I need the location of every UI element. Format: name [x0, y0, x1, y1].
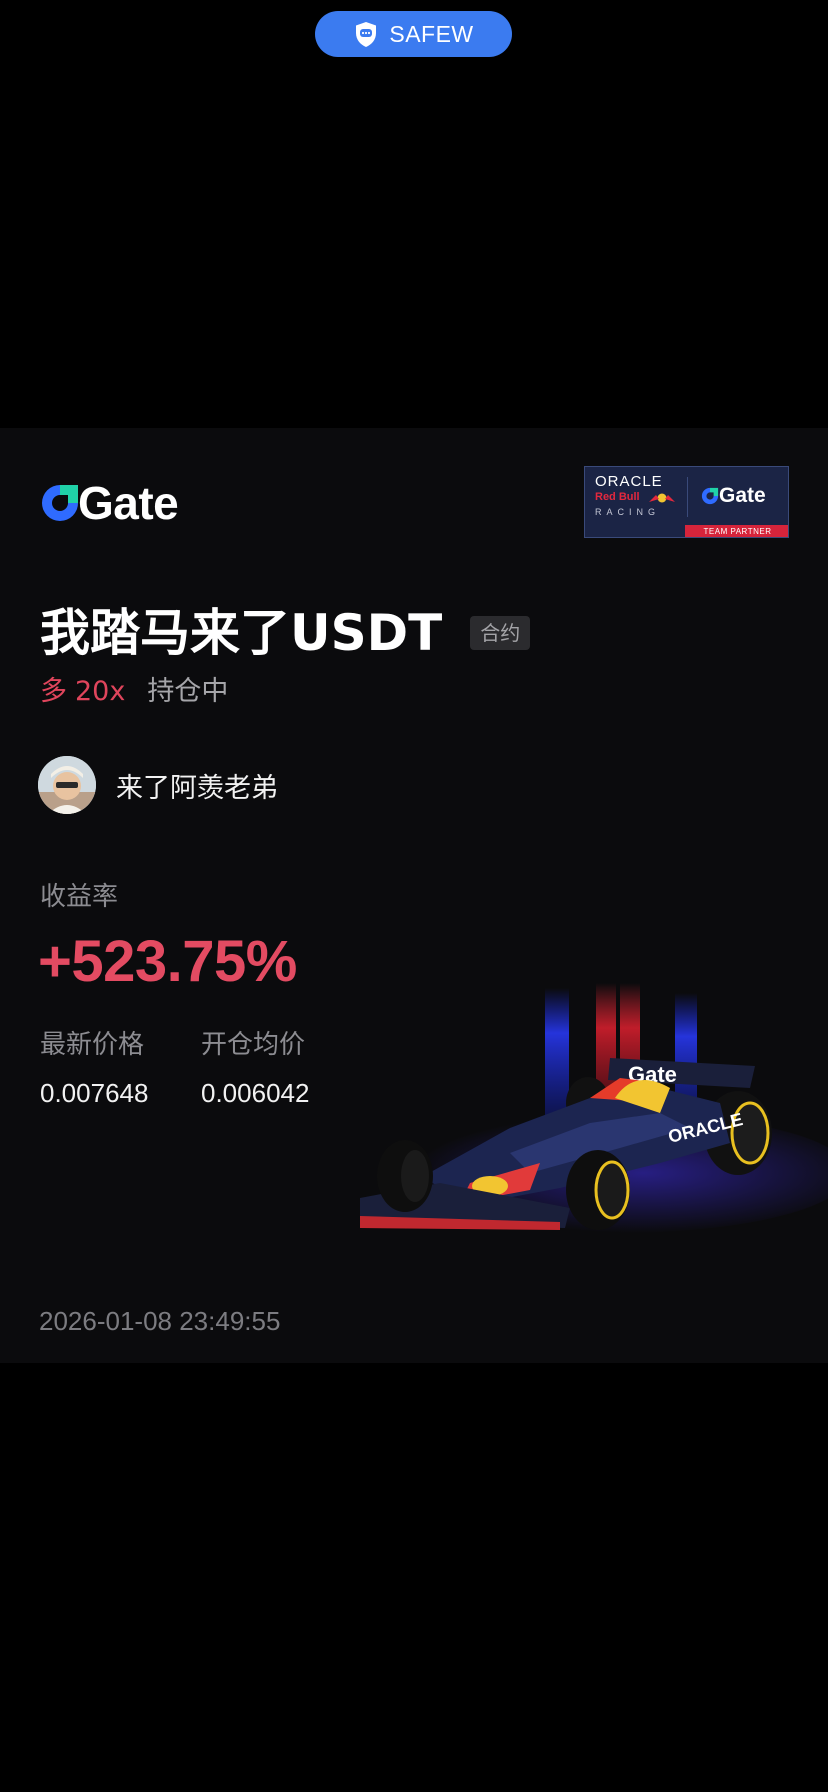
redbull-bulls-icon [649, 493, 675, 503]
gate-brand-name: Gate [78, 477, 179, 529]
position-leverage: 20x [75, 676, 126, 707]
safew-pill-button[interactable]: SAFEW [315, 11, 512, 57]
oracle-text: ORACLE [595, 473, 663, 490]
f1-car-illustration: Gate ORACLE [360, 983, 828, 1233]
gate-logo: Gate [40, 477, 179, 529]
avatar [38, 756, 96, 814]
profit-rate-value: +523.75% [38, 929, 297, 994]
open-price-block: 开仓均价 0.006042 [201, 1032, 309, 1106]
position-share-card: Gate ORACLE Red Bull RACING Gate TEAM PA… [0, 428, 828, 1363]
contract-tag: 合约 [470, 616, 531, 650]
partner-gate-logo: Gate [701, 485, 766, 506]
latest-price-value: 0.007648 [40, 1078, 149, 1108]
gate-logo-small-icon [701, 487, 719, 504]
safew-label: SAFEW [389, 20, 474, 47]
position-row: 多 20x 持仓中 [40, 678, 228, 705]
title-row: 我踏马来了USDT 合约 [40, 604, 531, 662]
latest-price-block: 最新价格 0.007648 [40, 1032, 148, 1106]
open-price-value: 0.006042 [201, 1078, 310, 1108]
user-name: 来了阿羡老弟 [116, 772, 278, 804]
position-status: 持仓中 [147, 676, 229, 707]
contract-title: 我踏马来了USDT [40, 604, 443, 662]
open-price-label: 开仓均价 [201, 1030, 306, 1060]
badge-divider [687, 477, 688, 517]
latest-price-label: 最新价格 [40, 1030, 145, 1060]
redbull-text: Red Bull [595, 491, 640, 503]
share-timestamp: 2026-01-08 23:49:55 [39, 1306, 281, 1336]
shield-chat-icon [353, 20, 379, 48]
racing-text: RACING [595, 507, 661, 517]
oracle-redbull-partner-badge: ORACLE Red Bull RACING Gate TEAM PARTNER [584, 466, 789, 538]
team-partner-ribbon: TEAM PARTNER [685, 525, 788, 537]
profit-rate-label: 收益率 [40, 882, 119, 912]
position-direction: 多 [40, 676, 67, 707]
partner-gate-text: Gate [719, 484, 766, 507]
user-row: 来了阿羡老弟 [38, 756, 278, 814]
gate-logo-icon [42, 485, 78, 521]
